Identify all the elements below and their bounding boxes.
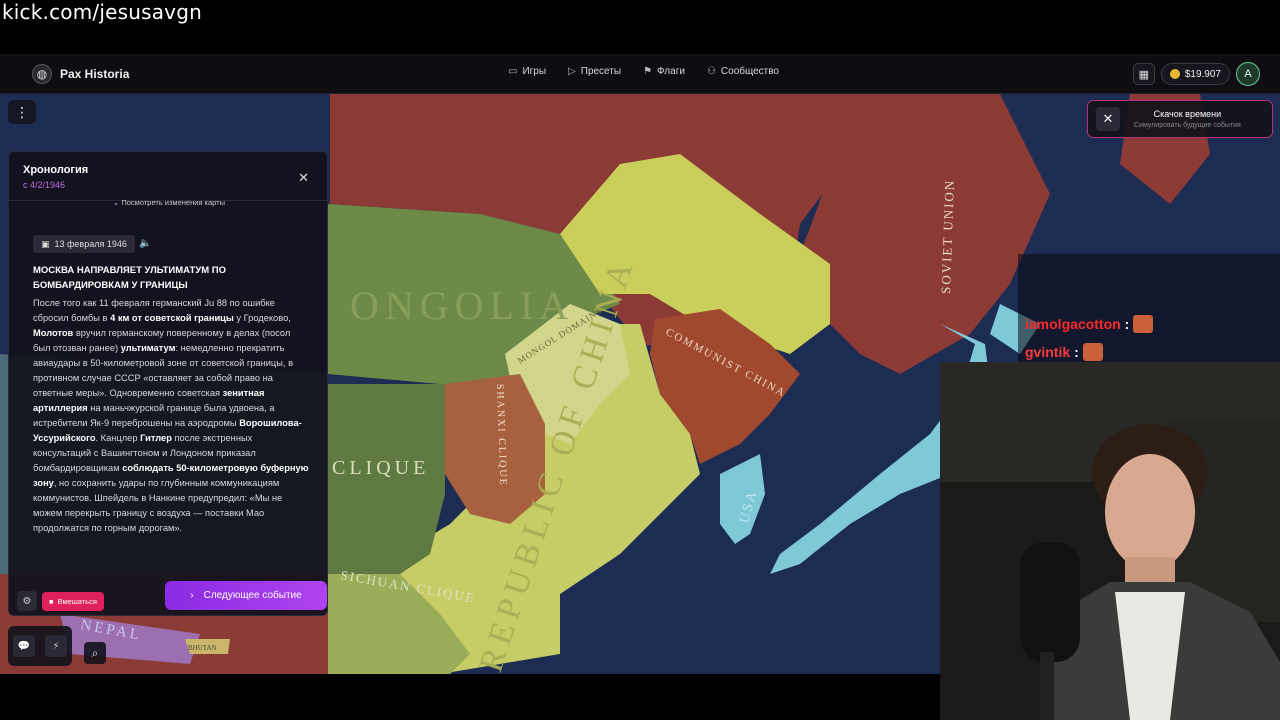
next-event-button[interactable]: › Следующее событие (165, 581, 327, 610)
nav-games[interactable]: ▭ Игры (508, 66, 546, 77)
app-name: Pax Historia (60, 67, 130, 81)
nav-flags[interactable]: ⚑ Флаги (643, 66, 685, 77)
nav-links: ▭ Игры ▷ Пресеты ⚑ Флаги ⚇ Сообщество (508, 66, 779, 77)
globe-logo-icon: ◍ (32, 64, 52, 84)
coin-icon (1169, 69, 1180, 79)
nav-presets-label: Пресеты (580, 66, 622, 77)
view-map-changes-label: Посмотреть изменения карты (121, 198, 225, 207)
timeline-panel: Хронология с 4/2/1946 ✕ ⌄ Посмотреть изм… (8, 151, 328, 616)
label-clique: CLIQUE (332, 457, 429, 479)
chat-bubble-icon[interactable]: 💬 (13, 635, 35, 657)
stream-url: kick.com/jesusavgn (2, 0, 202, 24)
balance-value: $19.907 (1184, 68, 1221, 80)
time-jump-panel[interactable]: ✕ Скачок времени Симулировать будущие со… (1087, 100, 1273, 138)
nav-community-label: Сообщество (720, 66, 779, 77)
bottom-tools: 💬 ⚡ (8, 626, 72, 666)
event-body: После того как 11 февраля германский Ju … (33, 298, 309, 533)
balance-badge[interactable]: $19.907 (1160, 63, 1230, 85)
chat-username: gvintik (1025, 344, 1071, 360)
lightning-icon[interactable]: ⚡ (45, 635, 67, 657)
header-right: ▦ $19.907 A (1132, 62, 1260, 86)
intervene-label: Вмешаться (57, 597, 97, 606)
emote-icon (1133, 315, 1154, 333)
chat-separator: : (1124, 316, 1130, 332)
users-icon: ⚇ (706, 66, 716, 77)
nav-flags-label: Флаги (657, 66, 685, 77)
timeline-title: Хронология (23, 164, 89, 176)
time-jump-subtitle: Симулировать будущие события (1134, 122, 1241, 129)
webcam-feed (940, 362, 1280, 720)
intervene-button[interactable]: ■ Вмешаться (42, 592, 104, 611)
chat-separator: : (1074, 344, 1079, 360)
brand[interactable]: ◍ Pax Historia (32, 64, 129, 84)
timeline-since: с 4/2/1946 (23, 180, 66, 190)
nav-community[interactable]: ⚇ Сообщество (707, 66, 779, 77)
speaker-icon[interactable]: 🔈 (139, 238, 151, 249)
chevron-right-icon: › (190, 590, 194, 601)
next-event-label: Следующее событие (203, 590, 302, 601)
region-west-clique (328, 384, 445, 574)
event-date-chip: ▣ 13 февраля 1946 (33, 235, 135, 253)
top-navigation-bar: ◍ Pax Historia ▭ Игры ▷ Пресеты ⚑ Флаги ⚇ Со… (0, 54, 1280, 94)
close-icon[interactable]: ✕ (298, 170, 309, 186)
search-icon[interactable]: ⌕ (84, 642, 106, 664)
nav-presets[interactable]: ▷ Пресеты (568, 66, 621, 77)
stop-icon: ■ (49, 597, 54, 606)
chat-message: iamolgacotton: (1025, 314, 1154, 334)
nav-games-label: Игры (522, 66, 547, 77)
play-icon: ▷ (568, 66, 576, 77)
chat-username: iamolgacotton (1025, 316, 1121, 332)
event-date: 13 февраля 1946 (54, 239, 127, 249)
flag-icon: ⚑ (643, 66, 653, 77)
gamepad-icon: ▭ (508, 66, 518, 77)
close-icon[interactable]: ✕ (1096, 107, 1120, 131)
label-mongolia: ONGOLIA (350, 283, 574, 328)
time-jump-title: Скачок времени (1153, 109, 1222, 119)
avatar[interactable]: A (1236, 62, 1260, 86)
gift-icon[interactable]: ▦ (1132, 63, 1155, 85)
view-map-changes-link[interactable]: ⌄ Посмотреть изменения карты (113, 198, 225, 207)
label-bhutan: BHUTAN (188, 644, 217, 652)
settings-icon[interactable]: ⚙ (17, 591, 37, 611)
calendar-icon: ▣ (41, 238, 50, 249)
more-menu-icon[interactable]: ⋮ (8, 100, 36, 124)
chat-message: gvintik: (1025, 342, 1103, 362)
event-title: МОСКВА НАПРАВЛЯЕТ УЛЬТИМАТУМ ПО БОМБАРДИ… (33, 265, 227, 291)
emote-icon (1082, 343, 1103, 361)
